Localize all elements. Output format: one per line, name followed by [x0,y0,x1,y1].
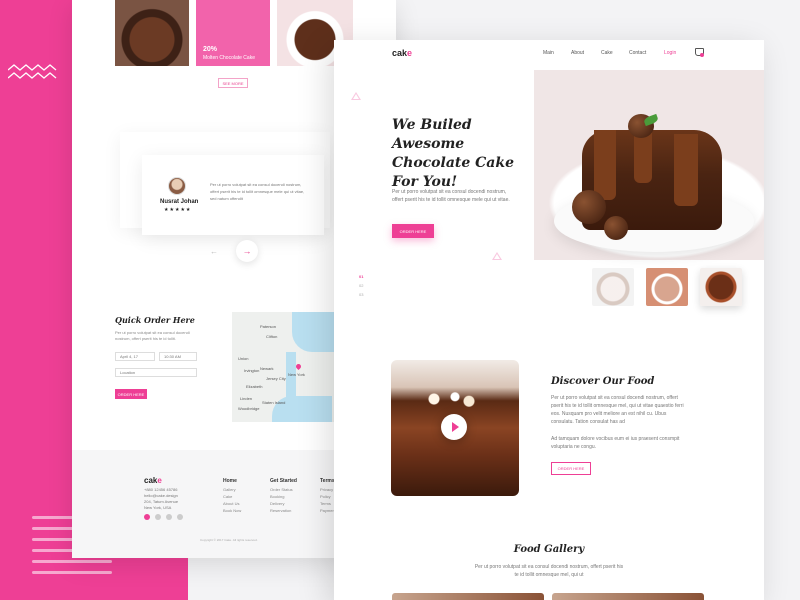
footer-contact: +880 12456 45786 hello@cake.design 204, … [144,487,179,510]
site-logo[interactable]: cake [392,48,412,58]
footer-link[interactable]: Delivery [270,500,297,507]
testimonial-card: Nusrat Johan ★★★★★ Per ut porro volutpat… [142,155,324,235]
quick-order-title: Quick Order Here [115,315,195,325]
date-field[interactable]: April 4, 17 [115,352,155,361]
map-label: Newark [260,366,274,371]
cake-thumbnail-active[interactable] [700,268,742,306]
nav-item-main[interactable]: Main [543,50,554,56]
gallery-image[interactable] [392,593,544,600]
slide-indicator: 01 02 03 [359,272,363,299]
see-more-button[interactable]: SEE MORE [218,78,248,88]
instagram-icon[interactable] [166,514,172,520]
map-label: New York [288,372,305,377]
map[interactable]: Paterson Clifton Newark Jersey City New … [232,312,336,422]
slide-number[interactable]: 01 [359,272,363,281]
gallery-images [392,593,704,600]
footer-column: Home Gallery Cake About Us Book Now [223,478,242,514]
time-field[interactable]: 10:30 AM [159,352,197,361]
footer-link[interactable]: Gallery [223,486,241,493]
testimonial-text: Per ut porro volutpat sit ea consul doce… [210,182,305,201]
rating-stars: ★★★★★ [164,207,192,213]
map-label: Paterson [260,324,277,329]
order-here-button[interactable]: ORDER HERE [115,389,147,399]
order-here-button[interactable]: ORDER HERE [551,462,591,475]
nav-item-contact[interactable]: Contact [629,50,646,56]
nav-item-cake[interactable]: Cake [601,50,613,56]
slide-number[interactable]: 02 [359,281,363,290]
triangle-decoration [351,92,361,100]
gallery-text: Per ut porro volutpat sit ea consul doce… [474,564,624,578]
login-link[interactable]: Login [664,50,676,56]
map-label: Irvington [244,368,260,373]
footer-link[interactable]: Booking [270,493,297,500]
play-icon[interactable] [441,414,467,440]
footer-link[interactable]: Order Status [270,486,297,493]
footer-link[interactable]: Cake [223,493,241,500]
footer-link[interactable]: About Us [223,500,241,507]
cake-thumbnail[interactable] [646,268,688,306]
avatar [168,177,186,195]
map-label: Clifton [266,334,278,339]
twitter-icon[interactable] [155,514,161,520]
hero-title: We Builed Awesome Chocolate Cake For You… [392,117,514,190]
order-here-button[interactable]: ORDER HERE [392,224,434,238]
video-thumbnail[interactable] [391,360,519,496]
hero-text: Per ut porro volutpat sit ea consul doce… [392,189,510,203]
map-label: Linden [240,396,253,401]
hero-cake-image [534,70,764,260]
nav-item-about[interactable]: About [571,50,584,56]
facebook-icon[interactable] [144,514,150,520]
pinterest-icon[interactable] [177,514,183,520]
featured-percent: 20% [203,46,218,53]
footer-logo[interactable]: cake [144,476,162,485]
slider-next-icon[interactable]: → [236,240,258,262]
discover-text: Per ut porro volutpat sit ea consul doce… [551,395,684,425]
testimonial-name: Nusrat Johan [160,199,199,205]
map-label: Union [238,356,249,361]
triangle-decoration [492,252,502,260]
slide-number[interactable]: 03 [359,290,363,299]
featured-cake-thumbnail[interactable]: 20% Molten Chocolate Cake [196,0,270,66]
cake-thumbnail[interactable] [592,268,634,306]
location-field[interactable]: Location [115,368,197,377]
map-label: Staten Island [262,400,286,405]
discover-text-secondary: Ad tamquam dolore vocibus eum ei ius pra… [551,436,680,450]
gallery-image[interactable] [552,593,704,600]
slider-prev-icon[interactable]: ← [210,247,218,256]
featured-name: Molten Chocolate Cake [203,55,255,61]
gallery-title: Food Gallery [513,544,585,555]
map-label: Jersey City [266,376,286,381]
quick-order-text: Per ut porro volutpat sit ea consul doce… [115,330,190,341]
social-icons [144,514,183,520]
map-label: Elizabeth [246,384,263,389]
footer-link[interactable]: Book Now [223,507,241,514]
hero-thumbnails [592,268,742,306]
cake-thumbnail[interactable] [115,0,189,66]
map-pin-icon[interactable] [294,362,303,371]
copyright: Copyright © 2017 Cake. All rights reserv… [200,538,258,542]
discover-title: Discover Our Food [551,376,655,387]
front-page-mockup: cake Main About Cake Contact Login We Bu… [334,40,764,600]
map-label: Woodbridge [238,406,260,411]
zigzag-decoration [8,64,57,79]
footer-link[interactable]: Reservation [270,507,297,514]
cart-badge [700,53,704,57]
footer-column: Get Started Order Status Booking Deliver… [270,478,297,514]
